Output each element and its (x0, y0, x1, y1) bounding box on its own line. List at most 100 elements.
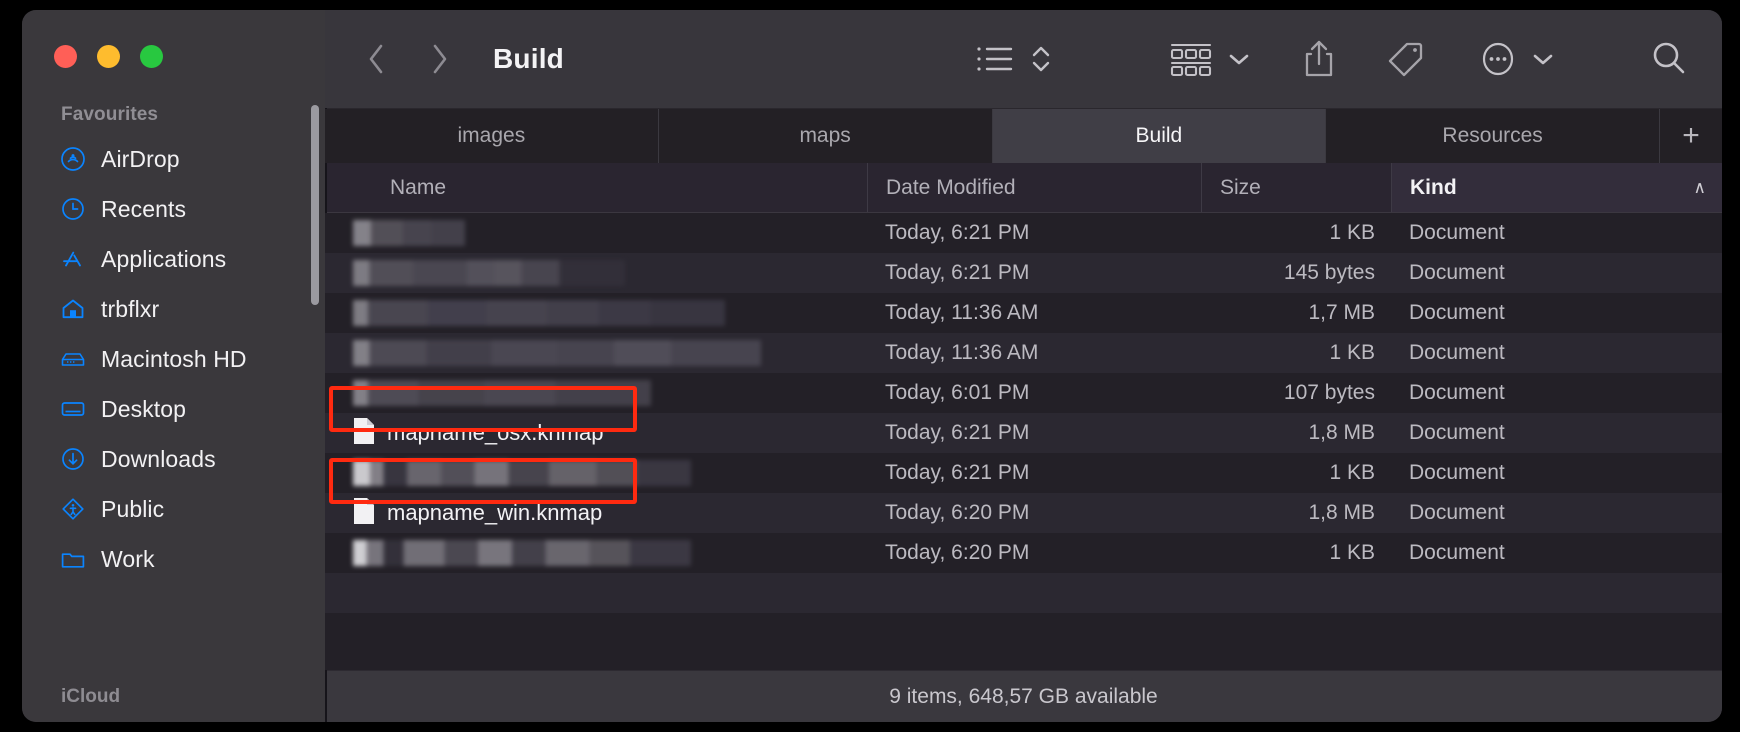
harddisk-icon (60, 346, 86, 372)
file-size-cell: 1,8 MB (1308, 501, 1375, 524)
sidebar-item-home[interactable]: trbflxr (22, 284, 325, 334)
file-name-label: mapname_osx.knmap (387, 420, 604, 445)
file-date-cell: Today, 6:20 PM (885, 501, 1030, 524)
redacted-file-name (353, 380, 651, 406)
table-row[interactable]: Today, 11:36 AM 1 KB Document (325, 333, 1722, 373)
back-button[interactable] (359, 41, 395, 77)
sidebar-scrollbar[interactable] (311, 105, 319, 305)
table-row[interactable]: mapname_osx.knmap Today, 6:21 PM 1,8 MB … (325, 413, 1722, 453)
file-size-cell: 1 KB (1329, 541, 1375, 564)
home-icon (60, 296, 86, 322)
desktop-icon (60, 396, 86, 422)
tab-build[interactable]: Build (992, 109, 1327, 163)
sidebar-item-label: Desktop (101, 395, 187, 422)
sidebar-item-work[interactable]: Work (22, 534, 325, 584)
sidebar-item-public[interactable]: Public (22, 484, 325, 534)
file-kind-cell: Document (1409, 341, 1505, 364)
sidebar-item-label: trbflxr (101, 295, 160, 322)
file-date-cell: Today, 11:36 AM (885, 341, 1039, 364)
group-view-icon[interactable] (1162, 35, 1220, 83)
sidebar-item-label: AirDrop (101, 145, 180, 172)
tab-label: maps (799, 124, 851, 147)
column-header-date-modified[interactable]: Date Modified (867, 163, 1201, 212)
table-row[interactable]: Today, 6:20 PM 1 KB Document (325, 533, 1722, 573)
sort-order-icon[interactable] (1022, 35, 1060, 83)
sidebar-section-icloud: iCloud (61, 686, 121, 707)
column-header-label: Kind (1410, 175, 1457, 199)
column-header-size[interactable]: Size (1201, 163, 1391, 212)
file-name-cell (325, 213, 867, 253)
file-size-cell: 1 KB (1329, 461, 1375, 484)
more-actions-icon[interactable] (1472, 35, 1524, 83)
file-name-cell (325, 333, 867, 373)
document-icon (353, 497, 375, 530)
forward-button[interactable] (421, 41, 457, 77)
folder-icon (60, 546, 86, 572)
file-name-cell (325, 533, 867, 573)
file-size-cell: 1 KB (1329, 221, 1375, 244)
new-tab-button[interactable]: + (1660, 109, 1722, 163)
minimize-button[interactable] (97, 45, 120, 68)
table-row[interactable]: mapname_win.knmap Today, 6:20 PM 1,8 MB … (325, 493, 1722, 533)
tab-maps[interactable]: maps (658, 109, 993, 163)
column-header-kind[interactable]: Kind ∧ (1391, 163, 1722, 212)
search-icon[interactable] (1642, 35, 1696, 83)
table-row[interactable]: Today, 6:21 PM 1 KB Document (325, 213, 1722, 253)
plus-icon: + (1682, 119, 1700, 152)
sidebar-item-downloads[interactable]: Downloads (22, 434, 325, 484)
tab-images[interactable]: images (325, 109, 659, 163)
tab-resources[interactable]: Resources (1326, 109, 1660, 163)
file-date-cell: Today, 6:21 PM (885, 221, 1030, 244)
close-button[interactable] (54, 45, 77, 68)
sidebar-section-favourites: Favourites (61, 104, 159, 125)
tab-label: images (457, 124, 526, 147)
file-list[interactable]: Today, 6:21 PM 1 KB Document Today, 6:21… (325, 213, 1722, 670)
table-row[interactable]: Today, 6:21 PM 1 KB Document (325, 453, 1722, 493)
table-row[interactable]: Today, 6:21 PM 145 bytes Document (325, 253, 1722, 293)
sidebar-item-label: Downloads (101, 445, 216, 472)
column-header-name[interactable]: Name (325, 163, 867, 212)
tab-label: Build (1135, 124, 1183, 147)
list-view-icon[interactable] (968, 35, 1022, 83)
sidebar-item-airdrop[interactable]: AirDrop (22, 134, 325, 184)
zoom-button[interactable] (140, 45, 163, 68)
sidebar-item-recents[interactable]: Recents (22, 184, 325, 234)
redacted-file-name (353, 340, 761, 366)
main-pane: Build images maps Build Resources + Name… (325, 10, 1722, 722)
file-name-cell: mapname_win.knmap (325, 493, 867, 533)
file-date-cell: Today, 6:21 PM (885, 421, 1030, 444)
table-row-empty (325, 573, 1722, 613)
page-title: Build (493, 43, 564, 74)
file-name-cell: mapname_osx.knmap (325, 413, 867, 453)
sidebar-item-macintosh-hd[interactable]: Macintosh HD (22, 334, 325, 384)
status-bar: 9 items, 648,57 GB available (325, 670, 1722, 722)
share-icon[interactable] (1296, 35, 1342, 83)
table-row[interactable]: Today, 6:01 PM 107 bytes Document (325, 373, 1722, 413)
status-text: 9 items, 648,57 GB available (889, 684, 1158, 708)
column-header-label: Date Modified (886, 175, 1016, 199)
redacted-file-name (353, 540, 691, 566)
group-chevron-down-icon[interactable] (1220, 35, 1258, 83)
file-size-cell: 1 KB (1329, 341, 1375, 364)
file-kind-cell: Document (1409, 501, 1505, 524)
file-kind-cell: Document (1409, 221, 1505, 244)
more-chevron-down-icon[interactable] (1524, 35, 1562, 83)
file-kind-cell: Document (1409, 301, 1505, 324)
sidebar-item-label: Public (101, 495, 165, 522)
tag-icon[interactable] (1380, 35, 1432, 83)
finder-window: Favourites AirDrop Recents Applications … (22, 10, 1722, 722)
sidebar-list: AirDrop Recents Applications trbflxr Mac… (22, 134, 325, 584)
table-row[interactable]: Today, 11:36 AM 1,7 MB Document (325, 293, 1722, 333)
file-kind-cell: Document (1409, 381, 1505, 404)
sidebar-item-desktop[interactable]: Desktop (22, 384, 325, 434)
file-date-cell: Today, 6:21 PM (885, 261, 1030, 284)
sort-ascending-icon: ∧ (1693, 177, 1706, 197)
redacted-file-name (353, 220, 465, 246)
tab-label: Resources (1442, 124, 1543, 147)
file-name-cell (325, 253, 867, 293)
document-icon (353, 417, 375, 450)
file-kind-cell: Document (1409, 261, 1505, 284)
navigation-buttons (359, 41, 457, 77)
file-date-cell: Today, 6:21 PM (885, 461, 1030, 484)
sidebar-item-applications[interactable]: Applications (22, 234, 325, 284)
